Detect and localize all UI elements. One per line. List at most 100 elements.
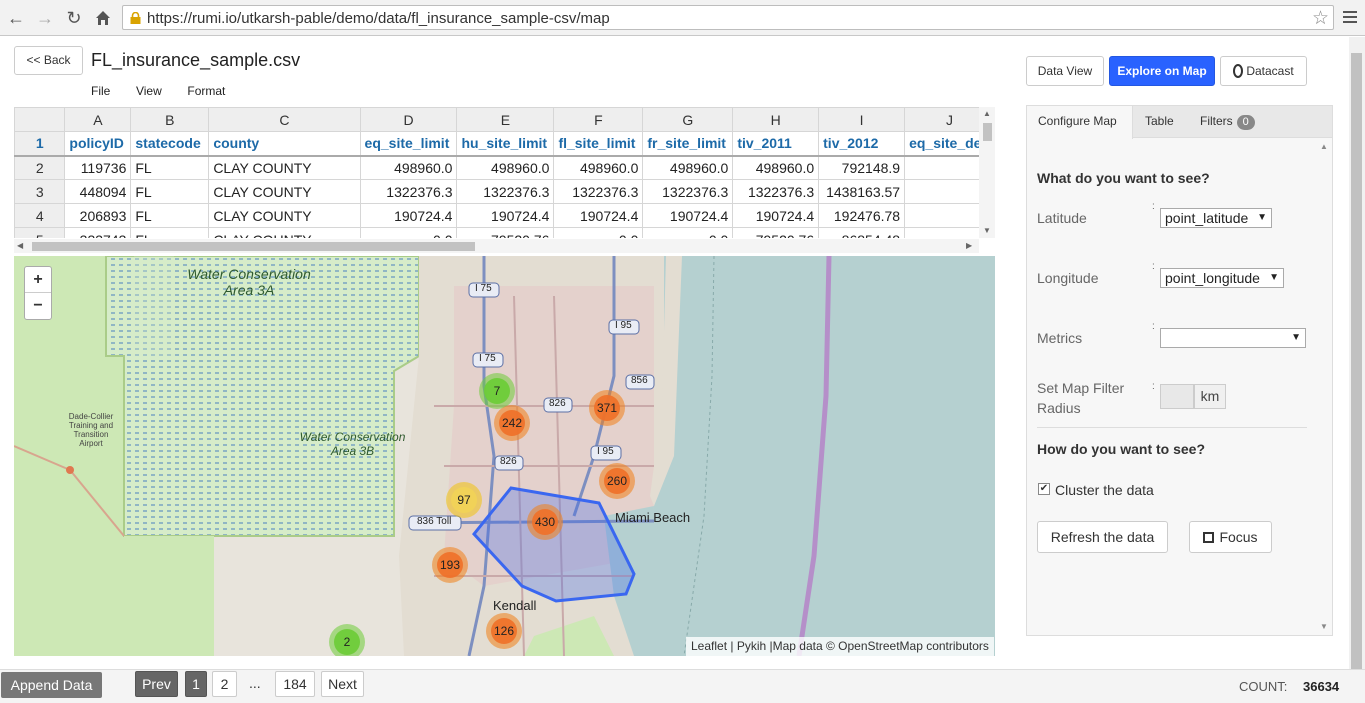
table-cell[interactable]: FL	[130, 227, 210, 238]
row-number[interactable]: 3	[14, 179, 66, 204]
scroll-down-icon[interactable]: ▼	[983, 226, 991, 235]
focus-button[interactable]: Focus	[1189, 521, 1272, 553]
table-cell[interactable]: 190724.4	[553, 203, 644, 228]
table-cell[interactable]: 1322376.3	[359, 179, 458, 204]
table-cell[interactable]: 190724.4	[359, 203, 458, 228]
bookmark-star-icon[interactable]: ☆	[1312, 7, 1329, 30]
grid-vertical-scrollbar[interactable]: ▲ ▼	[979, 107, 995, 238]
table-cell[interactable]: 119736	[64, 155, 132, 180]
table-cell[interactable]: FL	[130, 155, 210, 180]
col-letter[interactable]: C	[208, 107, 361, 132]
grid-horizontal-scroll-thumb[interactable]	[32, 242, 475, 251]
map-cluster[interactable]: 371	[589, 390, 625, 426]
table-cell[interactable]: CLAY COUNTY	[208, 203, 361, 228]
data-view-button[interactable]: Data View	[1026, 56, 1104, 86]
table-cell[interactable]: 1322376.3	[553, 179, 644, 204]
scroll-right-icon[interactable]: ▶	[966, 241, 972, 250]
col-letter[interactable]: G	[642, 107, 734, 132]
map-cluster[interactable]: 242	[494, 405, 530, 441]
scroll-up-icon[interactable]: ▲	[983, 109, 991, 118]
col-letter[interactable]: H	[732, 107, 820, 132]
table-cell[interactable]: 0.0	[359, 227, 458, 238]
refresh-data-button[interactable]: Refresh the data	[1037, 521, 1168, 553]
browser-menu-icon[interactable]	[1343, 8, 1357, 26]
page-1-button[interactable]: 1	[185, 671, 207, 697]
table-cell[interactable]: 190724.4	[642, 203, 734, 228]
map-cluster[interactable]: 430	[527, 504, 563, 540]
map-cluster[interactable]: 193	[432, 547, 468, 583]
table-cell[interactable]: 498960.0	[642, 155, 734, 180]
col-letter[interactable]: E	[456, 107, 555, 132]
radius-input[interactable]	[1160, 384, 1194, 409]
cluster-checkbox[interactable]: ✔	[1038, 483, 1050, 495]
table-cell[interactable]: 448094	[64, 179, 132, 204]
map-cluster[interactable]: 7	[479, 373, 515, 409]
reload-icon[interactable]: ↻	[63, 7, 85, 29]
table-cell[interactable]: CLAY COUNTY	[208, 155, 361, 180]
prev-page-button[interactable]: Prev	[135, 671, 178, 697]
col-letter[interactable]: D	[359, 107, 458, 132]
map-view[interactable]: I 75 I 95 I 75 I 95 826 826 856 836 Toll…	[14, 256, 995, 656]
field-header[interactable]: statecode	[130, 131, 210, 157]
tab-table[interactable]: Table	[1134, 106, 1185, 138]
table-cell[interactable]: 1322376.3	[456, 179, 555, 204]
grid-horizontal-scrollbar[interactable]: ◀ ▶	[14, 239, 979, 253]
field-header[interactable]: hu_site_limit	[456, 131, 555, 157]
col-letter[interactable]: F	[553, 107, 644, 132]
zoom-out-button[interactable]: −	[25, 293, 51, 319]
page-scrollbar[interactable]	[1349, 37, 1365, 696]
field-header[interactable]: eq_site_limit	[359, 131, 458, 157]
table-cell[interactable]: 1322376.3	[642, 179, 734, 204]
row-number[interactable]: 5	[14, 227, 66, 238]
address-bar[interactable]: https://rumi.io/utkarsh-pable/demo/data/…	[122, 5, 1334, 30]
table-cell[interactable]: 1438163.57	[818, 179, 906, 204]
scroll-left-icon[interactable]: ◀	[17, 241, 23, 250]
col-letter[interactable]: I	[818, 107, 906, 132]
back-button[interactable]: << Back	[14, 46, 83, 75]
row-number[interactable]: 2	[14, 155, 66, 180]
field-header[interactable]: tiv_2011	[732, 131, 820, 157]
row-number[interactable]: 4	[14, 203, 66, 228]
field-header[interactable]: policyID	[64, 131, 132, 157]
table-cell[interactable]: 498960.0	[553, 155, 644, 180]
table-cell[interactable]: 498960.0	[732, 155, 820, 180]
page-2-button[interactable]: 2	[212, 671, 237, 697]
table-cell[interactable]: 79520.76	[732, 227, 820, 238]
table-cell[interactable]: CLAY COUNTY	[208, 227, 361, 238]
table-cell[interactable]: 190724.4	[456, 203, 555, 228]
datacast-button[interactable]: Datacast	[1220, 56, 1307, 86]
page-184-button[interactable]: 184	[275, 671, 315, 697]
next-page-button[interactable]: Next	[321, 671, 364, 697]
table-cell[interactable]: FL	[130, 179, 210, 204]
table-cell[interactable]: 79520.76	[456, 227, 555, 238]
grid-vertical-scroll-thumb[interactable]	[983, 123, 992, 141]
field-header[interactable]: county	[208, 131, 361, 157]
table-cell[interactable]: 498960.0	[456, 155, 555, 180]
map-cluster[interactable]: 126	[486, 613, 522, 649]
home-icon[interactable]	[92, 7, 114, 29]
zoom-in-button[interactable]: +	[25, 267, 51, 293]
table-cell[interactable]: 498960.0	[359, 155, 458, 180]
table-cell[interactable]: 1322376.3	[732, 179, 820, 204]
append-data-button[interactable]: Append Data	[1, 672, 102, 698]
table-cell[interactable]: 0.0	[642, 227, 734, 238]
table-cell[interactable]: 0.0	[553, 227, 644, 238]
back-arrow-icon[interactable]: ←	[5, 7, 27, 29]
spreadsheet-grid[interactable]: A B C D E F G H I J 1 policyID statecode…	[14, 107, 995, 238]
menu-file[interactable]: File	[91, 84, 110, 98]
field-header[interactable]: fl_site_limit	[553, 131, 644, 157]
table-cell[interactable]: 190724.4	[732, 203, 820, 228]
table-cell[interactable]: CLAY COUNTY	[208, 179, 361, 204]
table-cell[interactable]: 86854.48	[818, 227, 906, 238]
map-cluster[interactable]: 2	[329, 624, 365, 656]
field-header[interactable]: tiv_2012	[818, 131, 906, 157]
explore-on-map-button[interactable]: Explore on Map	[1109, 56, 1215, 86]
col-letter[interactable]: A	[64, 107, 132, 132]
table-cell[interactable]: 206893	[64, 203, 132, 228]
col-letter[interactable]: B	[130, 107, 210, 132]
map-cluster[interactable]: 260	[599, 463, 635, 499]
table-cell[interactable]: 333743	[64, 227, 132, 238]
page-scroll-thumb[interactable]	[1351, 53, 1362, 696]
metrics-select[interactable]: ▼	[1160, 328, 1306, 348]
field-header[interactable]: fr_site_limit	[642, 131, 734, 157]
